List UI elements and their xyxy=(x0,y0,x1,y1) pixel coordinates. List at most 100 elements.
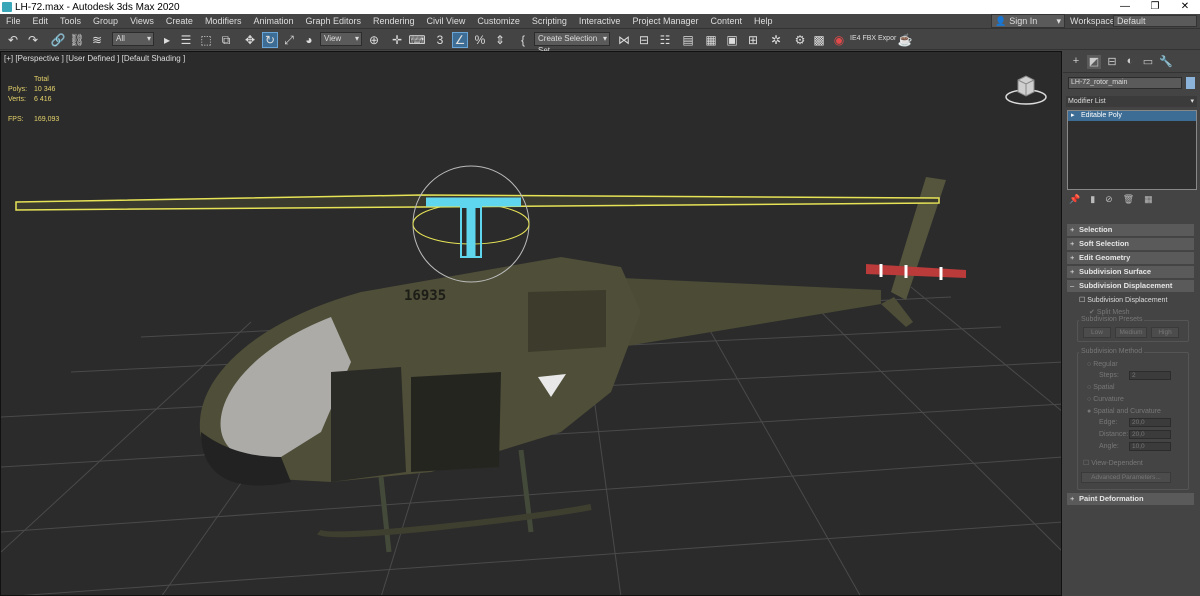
motion-tab-icon[interactable]: ◐ xyxy=(1123,55,1137,69)
fbx-export-label[interactable]: IE4 FBX Expor xyxy=(850,35,896,42)
menu-tools[interactable]: Tools xyxy=(54,16,87,26)
menu-animation[interactable]: Animation xyxy=(247,16,299,26)
rollout-edit-geometry[interactable]: Edit Geometry xyxy=(1067,252,1194,264)
utilities-tab-icon[interactable]: 🔧 xyxy=(1159,55,1173,69)
modifier-list-dropdown[interactable]: Modifier List xyxy=(1066,96,1197,107)
modifier-stack-item[interactable]: Editable Poly xyxy=(1068,111,1196,121)
rollout-soft-selection[interactable]: Soft Selection xyxy=(1067,238,1194,250)
angle-spinner[interactable]: 10,0 xyxy=(1129,442,1171,451)
window-crossing-icon[interactable]: ⧉ xyxy=(218,32,234,48)
curvature-radio[interactable]: ○ Curvature xyxy=(1087,396,1124,403)
remove-modifier-icon[interactable]: 🗑 xyxy=(1123,194,1134,206)
rollout-selection[interactable]: Selection xyxy=(1067,224,1194,236)
teapot-render-icon[interactable]: ☕ xyxy=(897,32,913,48)
edge-spinner[interactable]: 20,0 xyxy=(1129,418,1171,427)
keyboard-shortcut-icon[interactable]: ⌨ xyxy=(408,32,425,48)
rollout-subdivision-displacement[interactable]: Subdivision Displacement xyxy=(1067,280,1194,292)
spatial-curvature-radio[interactable]: ● Spatial and Curvature xyxy=(1087,408,1161,415)
select-object-icon[interactable]: ▸ xyxy=(159,32,175,48)
unlink-icon[interactable]: ⛓ xyxy=(69,32,85,48)
menu-help[interactable]: Help xyxy=(748,16,779,26)
menu-customize[interactable]: Customize xyxy=(471,16,526,26)
menu-create[interactable]: Create xyxy=(160,16,199,26)
rotate-icon[interactable]: ↻ xyxy=(262,32,278,48)
make-unique-icon[interactable]: ⊘ xyxy=(1105,194,1113,206)
menu-civil-view[interactable]: Civil View xyxy=(421,16,472,26)
pin-stack-icon[interactable]: 📌 xyxy=(1069,194,1080,206)
subdiv-displacement-checkbox[interactable]: ☐ Subdivision Displacement xyxy=(1079,296,1167,304)
edit-named-selection-icon[interactable]: { xyxy=(515,32,531,48)
hierarchy-tab-icon[interactable]: ⊟ xyxy=(1105,55,1119,69)
scene-explorer-icon[interactable]: ☷ xyxy=(657,32,673,48)
material-editor-icon[interactable]: ✲ xyxy=(768,32,784,48)
spatial-radio[interactable]: ○ Spatial xyxy=(1087,384,1115,391)
split-mesh-checkbox[interactable]: ✔ Split Mesh xyxy=(1089,308,1130,316)
bind-space-warp-icon[interactable]: ≋ xyxy=(89,32,105,48)
menu-group[interactable]: Group xyxy=(87,16,124,26)
preset-low-button[interactable]: Low xyxy=(1083,327,1111,338)
view-dependent-checkbox[interactable]: ☐ View-Dependent xyxy=(1083,459,1143,467)
percent-snap-icon[interactable]: % xyxy=(472,32,488,48)
minimize-button[interactable]: — xyxy=(1110,0,1140,14)
display-tab-icon[interactable]: ▭ xyxy=(1141,55,1155,69)
modifier-stack: Editable Poly xyxy=(1067,110,1197,190)
named-selection-dropdown[interactable]: Create Selection Set xyxy=(534,32,610,55)
move-icon[interactable]: ✥ xyxy=(242,32,258,48)
angle-snap-icon[interactable]: ∠ xyxy=(452,32,468,48)
reference-coordinate-dropdown[interactable]: View xyxy=(320,32,362,46)
select-manipulate-icon[interactable]: ✛ xyxy=(389,32,405,48)
restore-button[interactable]: ❐ xyxy=(1140,0,1170,14)
rollout-subdivision-surface[interactable]: Subdivision Surface xyxy=(1067,266,1194,278)
object-color-swatch[interactable] xyxy=(1186,77,1195,89)
regular-radio[interactable]: ○ Regular xyxy=(1087,361,1118,368)
rect-selection-icon[interactable]: ⬚ xyxy=(198,32,214,48)
preset-medium-button[interactable]: Medium xyxy=(1115,327,1147,338)
ribbon-icon[interactable]: ▦ xyxy=(703,32,719,48)
scale-icon[interactable]: ⤢ xyxy=(281,32,297,48)
schematic-view-icon[interactable]: ⊞ xyxy=(745,32,761,48)
workspaces-dropdown[interactable]: Default xyxy=(1113,15,1197,27)
menu-edit[interactable]: Edit xyxy=(27,16,55,26)
mirror-icon[interactable]: ⋈ xyxy=(616,32,632,48)
spinner-snap-icon[interactable]: ⇕ xyxy=(492,32,508,48)
select-by-name-icon[interactable]: ☰ xyxy=(178,32,194,48)
render-setup-icon[interactable]: ⚙ xyxy=(792,32,808,48)
menu-rendering[interactable]: Rendering xyxy=(367,16,421,26)
distance-spinner[interactable]: 20,0 xyxy=(1129,430,1171,439)
menu-graph-editors[interactable]: Graph Editors xyxy=(299,16,367,26)
menu-project-manager[interactable]: Project Manager xyxy=(626,16,704,26)
create-tab-icon[interactable]: + xyxy=(1069,55,1083,69)
rollout-paint-deformation[interactable]: Paint Deformation xyxy=(1067,493,1194,505)
menu-interactive[interactable]: Interactive xyxy=(573,16,627,26)
align-icon[interactable]: ⊟ xyxy=(636,32,652,48)
curve-editor-icon[interactable]: ▣ xyxy=(724,32,740,48)
layer-explorer-icon[interactable]: ▤ xyxy=(680,32,696,48)
steps-spinner[interactable]: 2 xyxy=(1129,371,1171,380)
menu-views[interactable]: Views xyxy=(124,16,160,26)
redo-icon[interactable]: ↷ xyxy=(25,32,41,48)
perspective-viewport[interactable]: [+] [Perspective ] [User Defined ] [Defa… xyxy=(0,51,1062,596)
viewcube-icon[interactable] xyxy=(1004,72,1048,106)
pivot-center-icon[interactable]: ⊕ xyxy=(366,32,382,48)
preset-high-button[interactable]: High xyxy=(1151,327,1179,338)
undo-icon[interactable]: ↶ xyxy=(5,32,21,48)
show-end-result-icon[interactable]: ▮ xyxy=(1090,194,1095,206)
modify-tab-icon[interactable]: ◩ xyxy=(1087,54,1101,69)
sign-in-dropdown[interactable]: 👤 Sign In ▾ xyxy=(991,14,1065,28)
menu-content[interactable]: Content xyxy=(705,16,749,26)
object-name-field[interactable]: LH-72_rotor_main xyxy=(1068,77,1182,89)
close-button[interactable]: ✕ xyxy=(1170,0,1200,14)
selection-filter-dropdown[interactable]: All xyxy=(112,32,154,46)
menu-scripting[interactable]: Scripting xyxy=(526,16,573,26)
fbx-export-icon[interactable]: ◉ xyxy=(831,32,847,48)
menu-modifiers[interactable]: Modifiers xyxy=(199,16,248,26)
configure-modifier-sets-icon[interactable]: ▦ xyxy=(1144,194,1153,206)
link-icon[interactable]: 🔗 xyxy=(50,32,66,48)
advanced-parameters-button[interactable]: Advanced Parameters... xyxy=(1081,472,1171,483)
viewport-label[interactable]: [+] [Perspective ] [User Defined ] [Defa… xyxy=(4,54,185,63)
stack-buttons: 📌 ▮ ⊘ 🗑 ▦ xyxy=(1069,194,1153,206)
snap-toggle-icon[interactable]: 3 xyxy=(432,32,448,48)
rendered-frame-icon[interactable]: ▩ xyxy=(811,32,827,48)
place-icon[interactable]: ◕ xyxy=(301,32,317,48)
menu-file[interactable]: File xyxy=(0,16,27,26)
